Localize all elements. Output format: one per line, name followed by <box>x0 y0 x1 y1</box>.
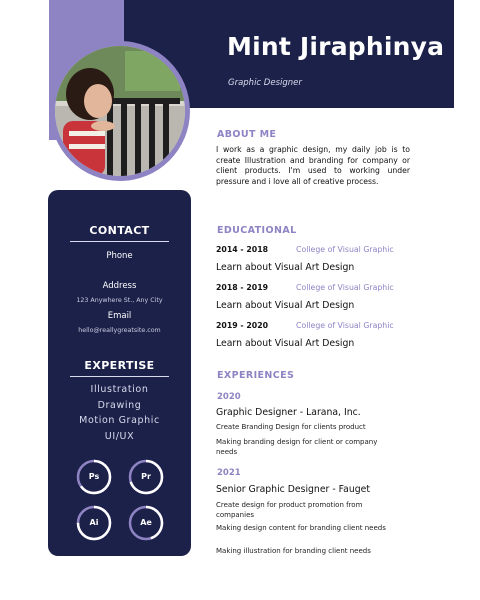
software-label: Pr <box>141 472 151 481</box>
phone-label: Phone <box>106 251 133 261</box>
experience-title: Graphic Designer - Larana, Inc. <box>216 407 361 418</box>
experience-bullet: Create design for product promotion from… <box>216 501 363 519</box>
experience-heading: EXPERIENCES <box>217 370 295 381</box>
expertise-item: Motion Graphic <box>79 415 160 426</box>
experience-bullet: Making branding design for client or com… <box>216 438 378 456</box>
education-school: College of Visual Graphic <box>296 283 394 292</box>
contact-divider <box>70 241 169 242</box>
experience-year: 2021 <box>217 468 241 478</box>
education-desc: Learn about Visual Art Design <box>216 300 355 311</box>
education-years: 2018 - 2019 <box>216 283 269 292</box>
software-pr-gauge: Pr <box>127 458 165 496</box>
profile-photo <box>55 46 185 176</box>
expertise-item: Illustration <box>90 384 149 395</box>
address-label: Address <box>102 281 137 291</box>
experience-bullet: Create Branding Design for clients produ… <box>216 423 366 431</box>
software-ps-gauge: Ps <box>75 458 113 496</box>
contact-heading: CONTACT <box>89 224 150 237</box>
education-desc: Learn about Visual Art Design <box>216 338 355 349</box>
education-years: 2014 - 2018 <box>216 245 269 254</box>
education-heading: EDUCATIONAL <box>217 225 297 236</box>
candidate-name: Mint Jiraphinya <box>227 32 445 61</box>
about-heading: ABOUT ME <box>217 129 277 140</box>
expertise-item: Drawing <box>97 400 142 411</box>
software-ae-gauge: Ae <box>127 504 165 542</box>
address-value: 123 Anywhere St., Any City <box>76 297 163 304</box>
candidate-role: Graphic Designer <box>228 78 302 88</box>
education-years: 2019 - 2020 <box>216 321 269 330</box>
software-label: Ps <box>88 472 100 481</box>
education-school: College of Visual Graphic <box>296 245 394 254</box>
about-text: I work as a graphic design, my daily job… <box>216 145 410 186</box>
experience-bullet: Making design content for branding clien… <box>216 524 386 532</box>
software-label: Ae <box>140 518 152 527</box>
email-value: hello@reallygreatsite.com <box>78 327 161 334</box>
expertise-item: UI/UX <box>104 431 135 442</box>
experience-bullet: Making illustration for branding client … <box>216 547 371 555</box>
software-ai-gauge: Ai <box>75 504 113 542</box>
education-desc: Learn about Visual Art Design <box>216 262 355 273</box>
expertise-heading: EXPERTISE <box>84 359 155 372</box>
email-label: Email <box>107 311 132 321</box>
experience-title: Senior Graphic Designer - Fauget <box>216 484 370 495</box>
software-label: Ai <box>89 518 99 527</box>
sidebar-panel: CONTACT Phone Address 123 Anywhere St., … <box>48 190 191 556</box>
education-school: College of Visual Graphic <box>296 321 394 330</box>
experience-year: 2020 <box>217 392 241 402</box>
expertise-divider <box>70 376 169 377</box>
